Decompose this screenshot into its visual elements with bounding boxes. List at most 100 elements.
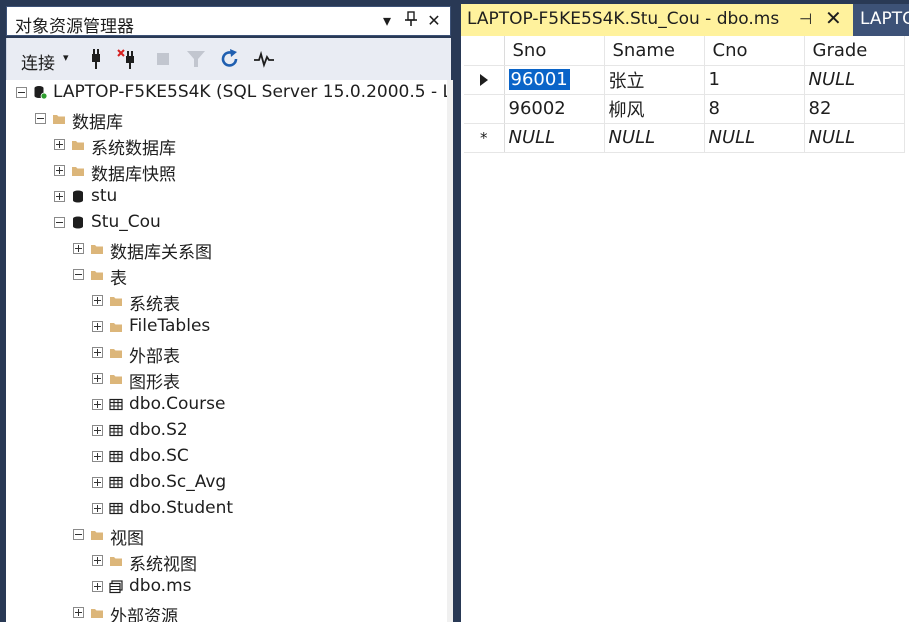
auto-hide-pin-icon[interactable] [400,11,422,31]
expand-icon[interactable] [92,373,103,384]
row-selector[interactable] [464,94,505,124]
expand-icon[interactable] [92,451,103,462]
collapse-icon[interactable] [16,87,27,98]
tree-node-label: 外部表 [129,347,180,367]
column-header-cno[interactable]: Cno [704,36,805,66]
grid-row: 96001 张立 1 NULL [464,65,905,95]
tab-laptop[interactable]: LAPTOP-F5KE5S4K [853,4,909,36]
cell-grade[interactable]: NULL [804,123,905,153]
row-selector[interactable] [464,65,505,95]
connect-button[interactable]: 连接 [21,49,55,74]
cell-value: 96001 [508,69,570,90]
grid-corner-cell[interactable] [464,36,505,66]
tree-node-label: 外部资源 [110,607,178,622]
expand-icon[interactable] [92,295,103,306]
cell-value: NULL [808,127,856,148]
cell-sname[interactable]: NULL [604,123,705,153]
folder-icon [109,371,123,386]
collapse-icon[interactable] [73,269,84,280]
table-icon [109,501,123,516]
disconnect-plug-icon[interactable] [117,48,139,70]
cell-value: NULL [808,69,856,90]
folder-icon [71,163,85,178]
close-icon[interactable]: ✕ [423,11,445,30]
tree-node-label: 视图 [110,529,144,549]
cell-grade[interactable]: NULL [804,65,905,95]
database-icon [71,189,85,204]
explorer-toolbar: 连接 ▾ [6,38,451,80]
tree-node-label: 数据库快照 [91,165,176,185]
tab-title: LAPTOP-F5KE5S4K [860,9,909,29]
tree-node-label: 系统表 [129,295,180,315]
cell-value: NULL [708,127,756,148]
cell-sno[interactable]: NULL [504,123,605,153]
tree-vertical-scrollbar[interactable] [447,80,453,622]
cell-value: NULL [508,127,556,148]
expand-icon[interactable] [92,347,103,358]
object-explorer-tree: LAPTOP-F5KE5S4K (SQL Server 15.0.2000.5 … [6,80,447,622]
refresh-icon[interactable] [219,48,241,70]
collapse-icon[interactable] [54,217,65,228]
expand-icon[interactable] [54,191,65,202]
column-header-sno[interactable]: Sno [504,36,605,66]
expand-icon[interactable] [73,607,84,618]
folder-icon [109,553,123,568]
folder-icon [52,111,66,126]
expand-icon[interactable] [92,503,103,514]
expand-icon[interactable] [92,581,103,592]
tree-node-label: FileTables [129,316,211,336]
new-row-marker: * [480,129,488,147]
server-icon [33,85,48,100]
tree-node-label: dbo.Course [129,394,226,414]
explorer-header: 对象资源管理器 ▾ ✕ [6,6,451,37]
tree-node-label: dbo.SC [129,446,189,466]
cell-sno[interactable]: 96001 [504,65,605,95]
collapse-icon[interactable] [73,529,84,540]
database-icon [71,215,85,230]
folder-icon [109,293,123,308]
folder-icon [90,527,104,542]
row-selector[interactable]: * [464,123,505,153]
tab-close-icon[interactable]: ✕ [825,6,842,30]
connect-dropdown-icon[interactable]: ▾ [63,51,69,64]
tab-title: LAPTOP-F5KE5S4K.Stu_Cou - dbo.ms [467,9,780,29]
tab-dbo-ms[interactable]: LAPTOP-F5KE5S4K.Stu_Cou - dbo.ms ⊣ ✕ [461,4,853,36]
tree-node-label: dbo.ms [129,576,192,596]
cell-value: 96002 [508,98,566,119]
tree-node-label: 数据库 [72,113,123,133]
expand-icon[interactable] [92,399,103,410]
connect-plug-icon[interactable] [85,48,107,70]
expand-icon[interactable] [92,321,103,332]
cell-sname[interactable]: 张立 [604,65,705,95]
cell-grade[interactable]: 82 [804,94,905,124]
activity-monitor-icon[interactable] [253,48,275,70]
cell-cno[interactable]: 8 [704,94,805,124]
tree-node-label: Stu_Cou [91,212,161,232]
tree-node-label: stu [91,186,118,206]
collapse-icon[interactable] [35,113,46,124]
view-icon [109,579,123,594]
cell-cno[interactable]: 1 [704,65,805,95]
expand-icon[interactable] [92,555,103,566]
cell-value: 柳风 [608,99,645,121]
grid-header-row: Sno Sname Cno Grade [464,36,905,66]
folder-icon [90,605,104,620]
column-header-sname[interactable]: Sname [604,36,705,66]
tree-node-label: 系统视图 [129,555,197,575]
tree-node-label: dbo.S2 [129,420,188,440]
cell-sname[interactable]: 柳风 [604,94,705,124]
expand-icon[interactable] [54,165,65,176]
tree-node-label: dbo.Student [129,498,234,518]
object-explorer-panel: 对象资源管理器 ▾ ✕ 连接 ▾ LAPTOP-F5KE5S4K (SQL Se… [0,0,453,622]
tree-node-label: 系统数据库 [91,139,176,159]
expand-icon[interactable] [92,425,103,436]
expand-icon[interactable] [73,243,84,254]
window-position-dropdown-icon[interactable]: ▾ [376,11,398,30]
cell-sno[interactable]: 96002 [504,94,605,124]
expand-icon[interactable] [92,477,103,488]
expand-icon[interactable] [54,139,65,150]
tab-pin-icon[interactable]: ⊣ [799,10,812,28]
cell-value: 82 [808,98,832,119]
column-header-grade[interactable]: Grade [804,36,905,66]
cell-cno[interactable]: NULL [704,123,805,153]
